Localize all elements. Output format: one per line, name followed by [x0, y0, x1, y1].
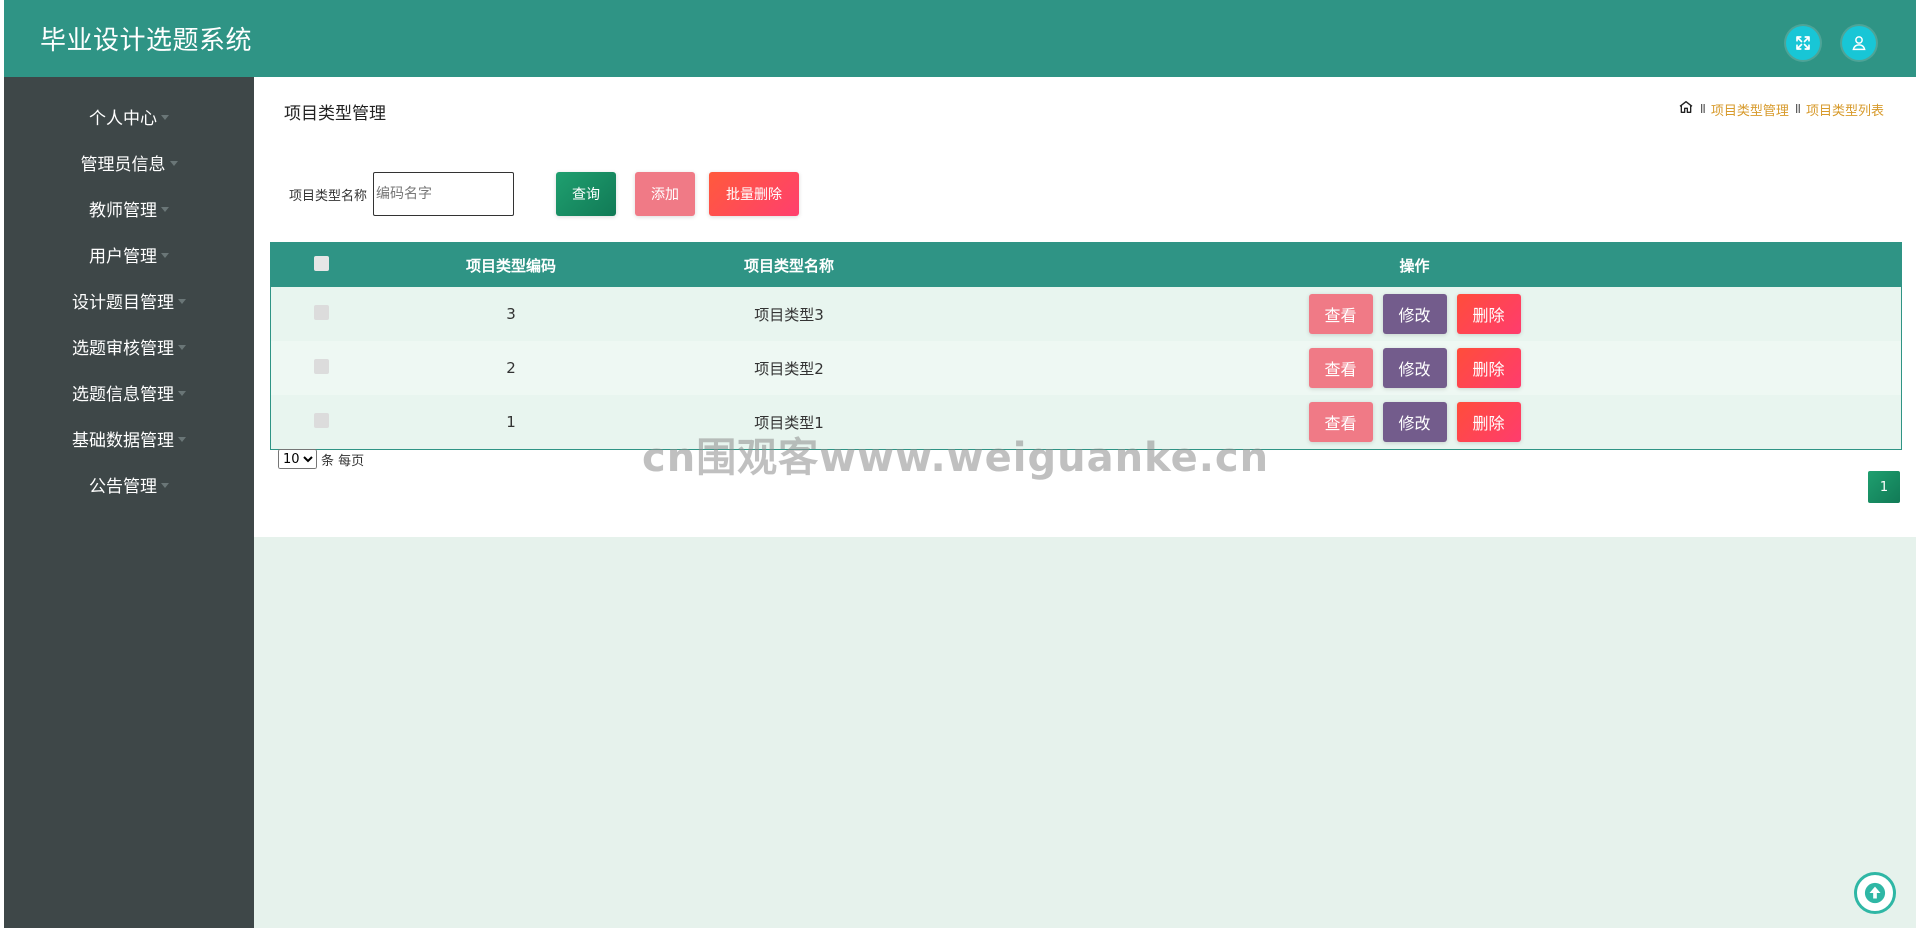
fullscreen-button[interactable] [1786, 26, 1820, 60]
view-button[interactable]: 查看 [1308, 348, 1373, 388]
sidebar: 个人中心 管理员信息 教师管理 用户管理 设计题目管理 选题审核管理 选题信息管… [4, 77, 254, 928]
page-size-control: 10 条 每页 [278, 449, 364, 469]
caret-down-icon [161, 114, 169, 120]
sidebar-item-label: 设计题目管理 [72, 292, 174, 313]
breadcrumb-separator: II [1794, 102, 1801, 116]
caret-down-icon [178, 436, 186, 442]
delete-button[interactable]: 删除 [1456, 402, 1521, 442]
fullscreen-icon [1796, 36, 1810, 50]
select-all-cell [271, 243, 372, 287]
row-checkbox[interactable] [314, 358, 329, 374]
data-table: 项目类型编码 项目类型名称 操作 3 项目类型3 查看 修改 删除 2 项目类型… [270, 242, 1902, 450]
delete-button[interactable]: 删除 [1456, 348, 1521, 388]
breadcrumb-item[interactable]: 项目类型列表 [1806, 100, 1884, 119]
caret-down-icon [161, 206, 169, 212]
select-all-checkbox[interactable] [314, 255, 329, 271]
user-icon [1852, 36, 1866, 51]
delete-button[interactable]: 删除 [1456, 294, 1521, 334]
edit-button[interactable]: 修改 [1382, 348, 1447, 388]
sidebar-item-basic-data-management[interactable]: 基础数据管理 [4, 415, 254, 461]
sidebar-item-user-management[interactable]: 用户管理 [4, 231, 254, 277]
breadcrumb-item[interactable]: 项目类型管理 [1711, 100, 1789, 119]
sidebar-item-label: 公告管理 [89, 476, 157, 497]
add-button[interactable]: 添加 [635, 172, 696, 216]
sidebar-item-label: 个人中心 [89, 108, 157, 129]
sidebar-item-label: 基础数据管理 [72, 430, 174, 451]
app-root: 毕业设计选题系统 个人中心 管理员信息 教师管理 用户管理 设计题目管理 选题审… [4, 0, 1916, 928]
table-row: 2 项目类型2 查看 修改 删除 [271, 341, 1901, 395]
sidebar-item-topic-info-management[interactable]: 选题信息管理 [4, 369, 254, 415]
column-header-name[interactable]: 项目类型名称 [650, 243, 928, 287]
table-row: 3 项目类型3 查看 修改 删除 [271, 287, 1901, 341]
app-title: 毕业设计选题系统 [40, 26, 253, 56]
sidebar-item-design-topic-management[interactable]: 设计题目管理 [4, 277, 254, 323]
row-actions: 查看 修改 删除 [929, 294, 1900, 334]
sidebar-item-label: 用户管理 [89, 246, 157, 267]
table-header-row: 项目类型编码 项目类型名称 操作 [271, 243, 1901, 287]
page-size-select[interactable]: 10 [278, 449, 317, 469]
page-title: 项目类型管理 [284, 104, 386, 124]
home-icon[interactable] [1678, 99, 1694, 119]
caret-down-icon [161, 482, 169, 488]
sidebar-item-notice-management[interactable]: 公告管理 [4, 461, 254, 507]
edit-button[interactable]: 修改 [1382, 294, 1447, 334]
watermark: cn围观客www.weiguanke.cn [642, 435, 1270, 481]
per-page-label: 条 每页 [321, 453, 365, 469]
caret-down-icon [161, 252, 169, 258]
search-label: 项目类型名称 [289, 188, 368, 204]
column-header-code[interactable]: 项目类型编码 [372, 243, 650, 287]
caret-down-icon [169, 160, 178, 166]
sidebar-item-topic-review-management[interactable]: 选题审核管理 [4, 323, 254, 369]
arrow-up-icon [1864, 882, 1886, 904]
caret-down-icon [178, 390, 186, 396]
row-checkbox[interactable] [314, 412, 329, 428]
sidebar-item-personal-center[interactable]: 个人中心 [4, 93, 254, 139]
edit-button[interactable]: 修改 [1382, 402, 1447, 442]
top-header: 毕业设计选题系统 [4, 0, 1916, 77]
back-to-top-button[interactable] [1854, 872, 1896, 914]
cell-code: 2 [506, 359, 516, 377]
page-button-current[interactable]: 1 [1868, 471, 1900, 503]
row-checkbox[interactable] [314, 304, 329, 320]
search-bar: 项目类型名称 查询 添加 批量删除 [289, 172, 800, 216]
sidebar-item-label: 选题审核管理 [72, 338, 174, 359]
view-button[interactable]: 查看 [1308, 402, 1373, 442]
caret-down-icon [178, 344, 186, 350]
breadcrumb: II 项目类型管理 II 项目类型列表 [1678, 99, 1884, 119]
sidebar-item-admin-info[interactable]: 管理员信息 [4, 139, 254, 185]
view-button[interactable]: 查看 [1308, 294, 1373, 334]
search-input[interactable] [373, 172, 515, 216]
sidebar-item-label: 教师管理 [89, 200, 157, 221]
cell-code: 3 [506, 305, 516, 323]
header-actions [1786, 26, 1876, 60]
breadcrumb-separator: II [1699, 102, 1706, 116]
cell-name: 项目类型3 [754, 305, 824, 324]
sidebar-item-label: 选题信息管理 [72, 384, 174, 405]
cell-name: 项目类型2 [754, 359, 824, 378]
user-menu-button[interactable] [1842, 26, 1876, 60]
query-button[interactable]: 查询 [556, 172, 617, 216]
column-header-actions: 操作 [1399, 256, 1430, 275]
caret-down-icon [178, 298, 186, 304]
batch-delete-button[interactable]: 批量删除 [709, 172, 800, 216]
cell-code: 1 [506, 413, 516, 431]
sidebar-item-label: 管理员信息 [80, 154, 166, 175]
sidebar-item-teacher-management[interactable]: 教师管理 [4, 185, 254, 231]
row-actions: 查看 修改 删除 [929, 348, 1900, 388]
sidebar-menu: 个人中心 管理员信息 教师管理 用户管理 设计题目管理 选题审核管理 选题信息管… [4, 77, 254, 507]
